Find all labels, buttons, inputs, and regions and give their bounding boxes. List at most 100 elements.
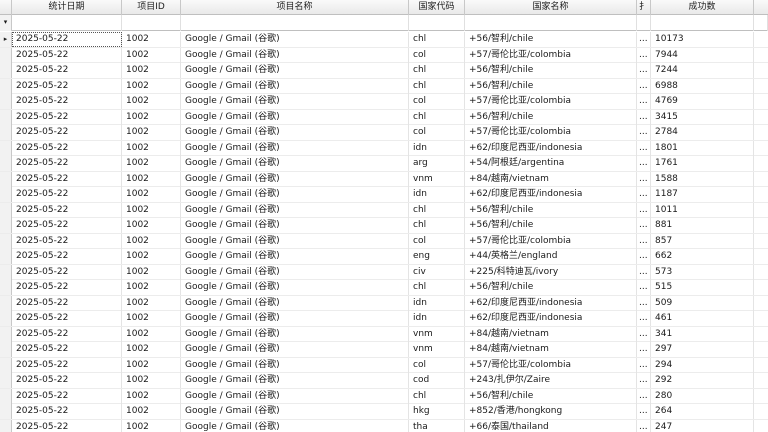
table-row[interactable]: 2025-05-22 1002 Google / Gmail (谷歌) col +57/… [0,94,768,110]
cell-truncated[interactable]: ... [637,342,651,357]
column-header-project-name[interactable]: 项目名称 [181,0,409,15]
cell-success-count[interactable]: 509 [651,295,754,311]
cell-project-name[interactable]: Google / Gmail (谷歌) [181,295,409,311]
filter-cell-country-code[interactable] [409,15,465,31]
cell-country-name[interactable]: +57/哥伦比亚/colombia [465,125,637,140]
cell-success-count[interactable]: 1761 [651,156,754,171]
cell-project-id[interactable]: 1002 [122,218,181,233]
cell-truncated[interactable]: ... [637,326,651,342]
filter-cell-success-count[interactable] [651,15,754,31]
table-row[interactable]: 2025-05-22 1002 Google / Gmail (谷歌) chl +56/… [0,109,768,125]
cell-project-id[interactable]: 1002 [122,47,181,63]
cell-date[interactable]: 2025-05-22 [12,63,122,78]
cell-country-name[interactable]: +56/智利/chile [465,32,637,47]
cell-truncated[interactable]: ... [637,280,651,295]
cell-project-name[interactable]: Google / Gmail (谷歌) [181,249,409,264]
cell-country-code[interactable]: tha [409,419,465,432]
cell-date[interactable]: 2025-05-22 [12,326,122,342]
cell-date[interactable]: 2025-05-22 [12,388,122,404]
cell-project-id[interactable]: 1002 [122,140,181,156]
cell-success-count[interactable]: 857 [651,233,754,249]
row-indicator[interactable]: ▸ [0,32,12,47]
row-indicator[interactable] [0,125,12,140]
cell-project-id[interactable]: 1002 [122,404,181,419]
cell-date[interactable]: 2025-05-22 [12,140,122,156]
row-indicator[interactable] [0,419,12,432]
table-row[interactable]: 2025-05-22 1002 Google / Gmail (谷歌) chl +56/… [0,388,768,404]
table-row[interactable]: 2025-05-22 1002 Google / Gmail (谷歌) vnm +84/… [0,326,768,342]
column-header-success-count[interactable]: 成功数 [651,0,754,15]
row-indicator[interactable] [0,109,12,125]
cell-country-name[interactable]: +56/智利/chile [465,202,637,218]
row-indicator[interactable] [0,140,12,156]
cell-success-count[interactable]: 1011 [651,202,754,218]
cell-project-name[interactable]: Google / Gmail (谷歌) [181,63,409,78]
column-header-country-name[interactable]: 国家名称 [465,0,637,15]
cell-country-name[interactable]: +225/科特迪瓦/ivory [465,264,637,280]
table-row[interactable]: 2025-05-22 1002 Google / Gmail (谷歌) chl +56/… [0,202,768,218]
cell-success-count[interactable]: 341 [651,326,754,342]
cell-project-id[interactable]: 1002 [122,78,181,94]
table-row[interactable]: 2025-05-22 1002 Google / Gmail (谷歌) chl +56/… [0,280,768,296]
cell-project-id[interactable]: 1002 [122,249,181,264]
cell-date[interactable]: 2025-05-22 [12,78,122,94]
cell-success-count[interactable]: 247 [651,419,754,432]
cell-project-id[interactable]: 1002 [122,342,181,357]
table-row[interactable]: 2025-05-22 1002 Google / Gmail (谷歌) idn +62/… [0,295,768,311]
cell-date[interactable]: 2025-05-22 [12,404,122,419]
cell-truncated[interactable]: ... [637,311,651,326]
table-row[interactable]: 2025-05-22 1002 Google / Gmail (谷歌) idn +62/… [0,311,768,327]
cell-success-count[interactable]: 515 [651,280,754,295]
cell-success-count[interactable]: 6988 [651,78,754,94]
cell-project-id[interactable]: 1002 [122,32,181,47]
cell-country-code[interactable]: chl [409,78,465,94]
data-grid[interactable]: 统计日期 项目ID 项目名称 国家代码 国家名称 扌 成功数 ▾ ▸ 2025-0… [0,0,768,432]
table-row[interactable]: 2025-05-22 1002 Google / Gmail (谷歌) chl +56/… [0,78,768,94]
cell-truncated[interactable]: ... [637,295,651,311]
table-row[interactable]: 2025-05-22 1002 Google / Gmail (谷歌) eng +44/… [0,249,768,265]
cell-project-id[interactable]: 1002 [122,419,181,432]
cell-project-id[interactable]: 1002 [122,295,181,311]
cell-country-code[interactable]: col [409,94,465,109]
cell-project-id[interactable]: 1002 [122,357,181,373]
cell-truncated[interactable]: ... [637,373,651,388]
cell-project-name[interactable]: Google / Gmail (谷歌) [181,233,409,249]
cell-country-name[interactable]: +44/英格兰/england [465,249,637,264]
cell-project-name[interactable]: Google / Gmail (谷歌) [181,202,409,218]
cell-project-id[interactable]: 1002 [122,94,181,109]
row-indicator[interactable] [0,295,12,311]
row-indicator[interactable] [0,249,12,264]
cell-country-code[interactable]: chl [409,202,465,218]
cell-country-name[interactable]: +54/阿根廷/argentina [465,156,637,171]
cell-truncated[interactable]: ... [637,202,651,218]
cell-project-name[interactable]: Google / Gmail (谷歌) [181,94,409,109]
row-indicator[interactable] [0,326,12,342]
cell-truncated[interactable]: ... [637,156,651,171]
cell-country-code[interactable]: idn [409,187,465,202]
cell-project-name[interactable]: Google / Gmail (谷歌) [181,311,409,326]
cell-success-count[interactable]: 294 [651,357,754,373]
header-corner[interactable] [0,0,12,15]
cell-project-id[interactable]: 1002 [122,311,181,326]
cell-country-code[interactable]: col [409,125,465,140]
cell-truncated[interactable]: ... [637,388,651,404]
cell-country-code[interactable]: civ [409,264,465,280]
column-header-date[interactable]: 统计日期 [12,0,122,15]
row-indicator[interactable] [0,357,12,373]
cell-project-name[interactable]: Google / Gmail (谷歌) [181,388,409,404]
filter-cell-project-name[interactable] [181,15,409,31]
cell-country-code[interactable]: chl [409,109,465,125]
cell-success-count[interactable]: 1588 [651,171,754,187]
cell-date[interactable]: 2025-05-22 [12,233,122,249]
column-header-country-code[interactable]: 国家代码 [409,0,465,15]
filter-cell-country-name[interactable] [465,15,637,31]
cell-success-count[interactable]: 292 [651,373,754,388]
cell-project-name[interactable]: Google / Gmail (谷歌) [181,109,409,125]
table-row[interactable]: 2025-05-22 1002 Google / Gmail (谷歌) col +57/… [0,357,768,373]
row-indicator[interactable] [0,311,12,326]
cell-success-count[interactable]: 881 [651,218,754,233]
cell-date[interactable]: 2025-05-22 [12,264,122,280]
table-row[interactable]: 2025-05-22 1002 Google / Gmail (谷歌) col +57/… [0,47,768,63]
cell-project-name[interactable]: Google / Gmail (谷歌) [181,357,409,373]
cell-truncated[interactable]: ... [637,404,651,419]
